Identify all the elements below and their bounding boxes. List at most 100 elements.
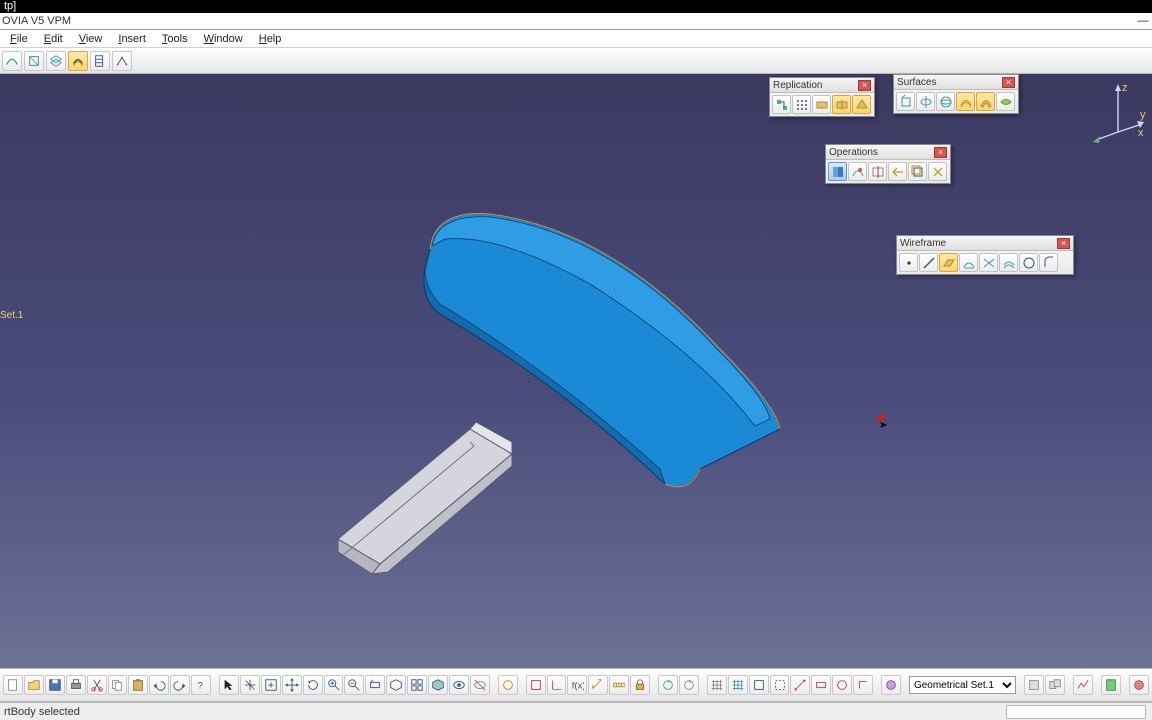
bt-manual-update[interactable] — [679, 675, 699, 695]
bt-paste[interactable] — [128, 675, 148, 695]
surf-fill[interactable] — [996, 92, 1015, 111]
bt-compass[interactable] — [240, 675, 260, 695]
bt-new[interactable] — [3, 675, 23, 695]
bt-select[interactable] — [219, 675, 239, 695]
palette-surfaces[interactable]: Surfaces× — [893, 74, 1019, 114]
geometrical-set-combo[interactable]: Geometrical Set.1 — [909, 676, 1016, 694]
wire-circle[interactable] — [1019, 253, 1038, 272]
replication-btn-4[interactable] — [832, 95, 851, 114]
bt-sketch[interactable] — [526, 675, 546, 695]
surf-offset[interactable] — [956, 92, 975, 111]
palette-replication[interactable]: Replication× — [769, 77, 875, 117]
svg-text:x: x — [1138, 127, 1144, 139]
replication-btn-5[interactable] — [852, 95, 871, 114]
tool-btn-2[interactable] — [24, 51, 44, 71]
bt-constr3[interactable] — [832, 675, 852, 695]
bt-grid2[interactable] — [728, 675, 748, 695]
replication-btn-2[interactable] — [792, 95, 811, 114]
ops-split[interactable] — [868, 162, 887, 181]
ops-boundary[interactable] — [908, 162, 927, 181]
bt-body2[interactable] — [1045, 675, 1065, 695]
bt-whatsthis-icon[interactable]: ? — [191, 675, 211, 695]
palette-wireframe[interactable]: Wireframe× — [896, 235, 1074, 275]
bt-snap1[interactable] — [749, 675, 769, 695]
bt-constr4[interactable] — [853, 675, 873, 695]
bt-render[interactable] — [498, 675, 518, 695]
bt-normalview[interactable] — [365, 675, 385, 695]
svg-text:f(x): f(x) — [572, 681, 584, 692]
ops-extract[interactable] — [928, 162, 947, 181]
tool-btn-5[interactable] — [90, 51, 110, 71]
tool-btn-4-active[interactable] — [68, 51, 88, 71]
bt-fitall[interactable] — [261, 675, 281, 695]
ops-heal[interactable] — [848, 162, 867, 181]
bt-analysis1[interactable] — [1073, 675, 1093, 695]
menu-view[interactable]: View — [71, 32, 111, 46]
palette-title: Replication — [773, 80, 858, 91]
bt-constr1[interactable] — [790, 675, 810, 695]
bt-iso[interactable] — [386, 675, 406, 695]
tool-btn-1[interactable] — [2, 51, 22, 71]
replication-btn-1[interactable] — [772, 95, 791, 114]
menu-help[interactable]: Help — [251, 32, 290, 46]
bt-snap2[interactable] — [770, 675, 790, 695]
menu-file[interactable]: File — [2, 32, 36, 46]
bt-catalog[interactable] — [1101, 675, 1121, 695]
ops-join[interactable] — [828, 162, 847, 181]
surf-revolve[interactable] — [916, 92, 935, 111]
menu-insert[interactable]: Insert — [110, 32, 154, 46]
orientation-gizmo[interactable]: z y x — [1090, 82, 1146, 146]
wire-corner[interactable] — [1039, 253, 1058, 272]
close-icon[interactable]: × — [1057, 238, 1070, 249]
menu-window[interactable]: Window — [196, 32, 251, 46]
bt-body1[interactable] — [1024, 675, 1044, 695]
tool-btn-3[interactable] — [46, 51, 66, 71]
bt-swap[interactable] — [470, 675, 490, 695]
bt-material[interactable] — [881, 675, 901, 695]
bt-axis[interactable] — [547, 675, 567, 695]
svg-text:y: y — [1140, 109, 1146, 121]
close-icon[interactable]: × — [1002, 77, 1015, 88]
wire-parallel[interactable] — [999, 253, 1018, 272]
menu-edit[interactable]: Edit — [36, 32, 71, 46]
close-icon[interactable]: × — [934, 147, 947, 158]
bt-save[interactable] — [45, 675, 65, 695]
ops-trim[interactable] — [888, 162, 907, 181]
bt-lock-icon[interactable] — [630, 675, 650, 695]
bt-redo[interactable] — [170, 675, 190, 695]
surf-sweep[interactable] — [976, 92, 995, 111]
bt-hide[interactable] — [449, 675, 469, 695]
bt-open[interactable] — [24, 675, 44, 695]
bt-update[interactable] — [658, 675, 678, 695]
bt-measure1[interactable] — [588, 675, 608, 695]
bt-copy[interactable] — [108, 675, 128, 695]
wire-intersect[interactable] — [979, 253, 998, 272]
bt-pan[interactable] — [282, 675, 302, 695]
wire-line[interactable] — [919, 253, 938, 272]
minimize-button[interactable]: — — [1134, 15, 1152, 28]
wire-project[interactable] — [959, 253, 978, 272]
bt-formula[interactable]: f(x) — [567, 675, 587, 695]
wire-point[interactable] — [899, 253, 918, 272]
bt-zoomin[interactable] — [324, 675, 344, 695]
viewport-3d[interactable]: Set.1 Replication× — [0, 74, 1152, 668]
bt-rotate[interactable] — [303, 675, 323, 695]
bt-multiview[interactable] — [407, 675, 427, 695]
bt-print[interactable] — [66, 675, 86, 695]
bt-shading[interactable] — [428, 675, 448, 695]
palette-operations[interactable]: Operations× — [825, 144, 951, 184]
bt-cut[interactable] — [87, 675, 107, 695]
bt-constr2[interactable] — [811, 675, 831, 695]
bt-undo[interactable] — [149, 675, 169, 695]
menu-tools[interactable]: Tools — [154, 32, 196, 46]
close-icon[interactable]: × — [858, 80, 871, 91]
bt-apply-material[interactable] — [1129, 675, 1149, 695]
wire-plane[interactable] — [939, 253, 958, 272]
surf-sphere[interactable] — [936, 92, 955, 111]
replication-btn-3[interactable] — [812, 95, 831, 114]
bt-grid1[interactable] — [707, 675, 727, 695]
surf-extrude[interactable] — [896, 92, 915, 111]
bt-zoomout[interactable] — [344, 675, 364, 695]
tool-btn-6[interactable] — [112, 51, 132, 71]
bt-measure2[interactable] — [609, 675, 629, 695]
